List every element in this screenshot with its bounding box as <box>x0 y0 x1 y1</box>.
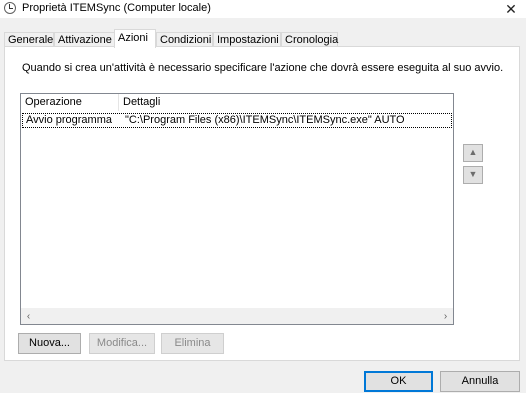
cancel-button[interactable]: Annulla <box>440 371 520 392</box>
column-header-dettagli[interactable]: Dettagli <box>119 94 453 111</box>
close-button[interactable]: ✕ <box>502 0 520 18</box>
tab-generale[interactable]: Generale <box>4 32 54 47</box>
cell-dettagli: "C:\Program Files (x86)\ITEMSync\ITEMSyn… <box>125 114 405 126</box>
edit-action-button[interactable]: Modifica... <box>89 333 155 354</box>
tab-condizioni[interactable]: Condizioni <box>156 32 213 47</box>
actions-list[interactable]: Operazione Dettagli Avvio programma "C:\… <box>20 93 454 325</box>
tab-cronologia[interactable]: Cronologia <box>281 32 338 47</box>
new-action-button[interactable]: Nuova... <box>18 333 81 354</box>
scroll-left-arrow-icon[interactable]: ‹ <box>21 309 36 324</box>
tab-azioni[interactable]: Azioni <box>114 29 156 48</box>
actions-panel: Quando si crea un'attività è necessario … <box>4 46 520 361</box>
tab-attivazione[interactable]: Attivazione <box>54 32 115 47</box>
list-header: Operazione Dettagli <box>21 94 453 111</box>
cell-operazione: Avvio programma <box>26 114 112 126</box>
scroll-right-arrow-icon[interactable]: › <box>438 309 453 324</box>
move-up-button[interactable]: ▲ <box>463 144 483 162</box>
ok-button[interactable]: OK <box>364 371 433 392</box>
delete-action-button[interactable]: Elimina <box>161 333 224 354</box>
scrollbar-thumb[interactable] <box>37 311 433 322</box>
column-header-operazione[interactable]: Operazione <box>21 94 119 111</box>
info-text: Quando si crea un'attività è necessario … <box>22 62 504 74</box>
move-down-button[interactable]: ▼ <box>463 166 483 184</box>
tab-impostazioni[interactable]: Impostazioni <box>213 32 281 47</box>
window-title: Proprietà ITEMSync (Computer locale) <box>22 2 211 14</box>
title-bar: Proprietà ITEMSync (Computer locale) ✕ <box>0 0 526 18</box>
table-row[interactable]: Avvio programma "C:\Program Files (x86)\… <box>22 113 452 128</box>
horizontal-scrollbar[interactable]: ‹ › <box>21 308 453 324</box>
task-clock-icon <box>4 2 16 14</box>
